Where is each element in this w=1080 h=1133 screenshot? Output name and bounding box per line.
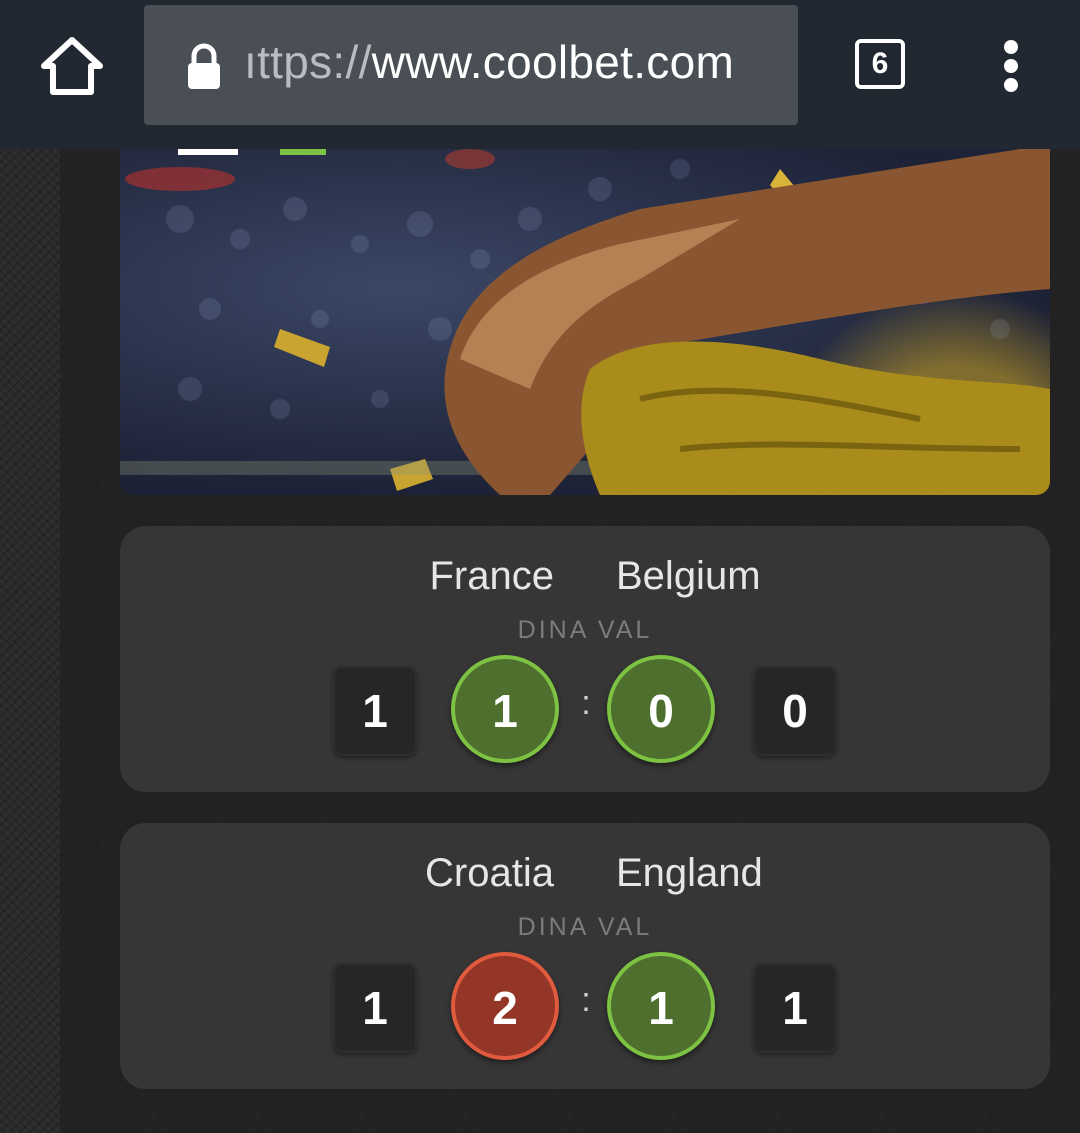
hero-banner-image (120, 149, 1050, 495)
url-scheme: ıttps:// (244, 36, 372, 88)
away-team-name: Belgium (616, 554, 761, 598)
away-actual-score: 0 (753, 666, 837, 756)
tab-count: 6 (871, 47, 889, 80)
url-host: www.coolbet.com (371, 36, 735, 88)
tabs-button[interactable]: 6 (855, 39, 905, 89)
score-separator: : (581, 981, 591, 1019)
overflow-menu-icon[interactable] (996, 40, 1026, 92)
home-team-name: France (429, 554, 555, 598)
home-actual-score: 1 (333, 666, 417, 756)
home-actual-score: 1 (333, 963, 417, 1053)
home-predicted-score-wrong: 2 (451, 952, 559, 1060)
match-card: France Belgium DINA VAL 1 1 : 0 0 (120, 526, 1050, 792)
away-team-name: England (616, 851, 763, 895)
home-icon (41, 37, 103, 95)
browser-toolbar: ıttps://www.coolbet.com 6 (0, 0, 1080, 149)
away-predicted-score-correct: 0 (607, 655, 715, 763)
url-text: ıttps://www.coolbet.com (244, 35, 798, 89)
your-pick-label: DINA VAL (517, 616, 653, 644)
your-pick-label: DINA VAL (517, 913, 653, 941)
score-separator: : (581, 684, 591, 722)
away-predicted-score-correct: 1 (607, 952, 715, 1060)
home-button[interactable] (38, 34, 106, 98)
away-actual-score: 1 (753, 963, 837, 1053)
lock-icon (188, 43, 220, 89)
home-predicted-score-correct: 1 (451, 655, 559, 763)
url-bar[interactable]: ıttps://www.coolbet.com (144, 5, 798, 125)
match-card: Croatia England DINA VAL 1 2 : 1 1 (120, 823, 1050, 1089)
home-team-name: Croatia (425, 851, 554, 895)
